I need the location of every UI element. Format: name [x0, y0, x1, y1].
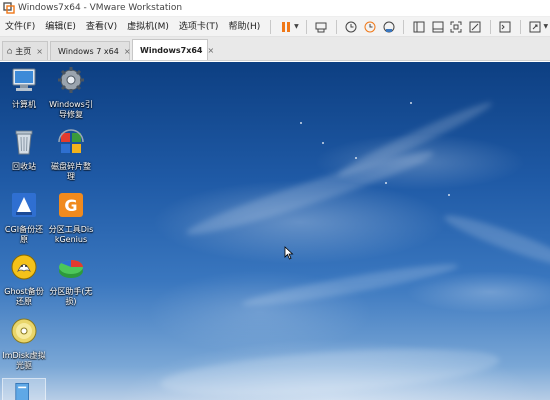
cloud-streak	[441, 208, 550, 274]
cloud-streak	[159, 340, 501, 400]
clock-manager-icon	[383, 21, 395, 32]
full-screen-button[interactable]	[448, 18, 465, 35]
pause-icon	[281, 21, 290, 32]
desktop-icon-label: Ghost备份还原	[4, 287, 44, 306]
unity-button[interactable]	[467, 18, 484, 35]
sidebar-icon	[413, 21, 425, 32]
desktop-icon-disk-defrag[interactable]: 磁盘碎片整理	[48, 127, 94, 182]
chevron-down-icon[interactable]: ▼	[294, 23, 299, 30]
imdisk-icon	[11, 318, 37, 344]
desktop-icon-diskgenius[interactable]: G 分区工具DiskGenius	[48, 190, 94, 245]
menu-view[interactable]: 查看(V)	[81, 17, 122, 37]
ghost-icon	[11, 254, 37, 280]
cgi-icon	[12, 193, 36, 217]
menu-edit[interactable]: 编辑(E)	[40, 17, 81, 37]
keyboard-send-icon	[315, 22, 327, 32]
cloud-streak	[240, 258, 460, 312]
computer-icon	[12, 68, 36, 91]
thumbnail-bar-button[interactable]	[429, 18, 446, 35]
tab-windows-7-x64[interactable]: Windows 7 x64 ×	[50, 41, 131, 60]
console-view-button[interactable]	[497, 18, 514, 35]
star	[385, 182, 387, 184]
close-icon[interactable]: ×	[208, 46, 215, 55]
terminal-icon	[499, 21, 511, 32]
toolbar-separator	[403, 19, 405, 34]
stretch-icon	[529, 21, 541, 32]
desktop-icon-ghost-backup[interactable]: Ghost备份还原	[1, 252, 47, 307]
desktop-icon-label: 计算机	[12, 100, 36, 109]
menu-help[interactable]: 帮助(H)	[223, 17, 265, 37]
desktop-icon-label: ImDisk虚拟光驱	[2, 351, 46, 370]
toolbar-separator	[335, 19, 337, 34]
title-bar: Windows7x64 - VMware Workstation	[0, 0, 550, 17]
library-button[interactable]	[410, 18, 427, 35]
stretch-button[interactable]	[527, 18, 544, 35]
clock-revert-icon	[364, 21, 376, 32]
close-icon[interactable]: ×	[124, 47, 131, 56]
partition-assistant-icon	[59, 259, 83, 278]
svg-text:G: G	[64, 196, 77, 215]
desktop-icon-partition-assistant[interactable]: 分区助手(无损)	[48, 252, 94, 307]
tab-home[interactable]: 主页 ×	[2, 41, 48, 60]
desktop-icon-label: Windows引导修复	[49, 100, 93, 119]
cloud-streak	[335, 96, 495, 182]
desktop-icon-recycle-bin[interactable]: 回收站	[1, 127, 47, 172]
desktop-icon-computer[interactable]: 计算机	[1, 65, 47, 110]
snapshot-manager-button[interactable]	[380, 18, 397, 35]
diskgenius-icon: G	[59, 193, 83, 217]
defrag-icon	[58, 129, 84, 153]
gear-icon	[58, 67, 84, 93]
send-ctrl-alt-del-button[interactable]	[313, 18, 330, 35]
unity-icon	[469, 21, 481, 32]
cloud-streak	[182, 142, 438, 244]
vmware-logo-icon	[3, 2, 15, 14]
window-icon	[432, 21, 444, 32]
pause-button[interactable]	[277, 18, 294, 35]
vm-desktop[interactable]: 计算机 Windows引导修复 回收站 磁盘碎片整理 CGI备份还原 G 分区工…	[0, 62, 550, 400]
revert-snapshot-button[interactable]	[361, 18, 378, 35]
tab-bar: 主页 × Windows 7 x64 × Windows7x64 ×	[0, 37, 550, 61]
desktop-icon-imdisk[interactable]: ImDisk虚拟光驱	[1, 316, 47, 371]
snapshot-button[interactable]	[343, 18, 360, 35]
menu-file[interactable]: 文件(F)	[0, 17, 40, 37]
desktop-icon-label: 回收站	[12, 162, 36, 171]
mouse-cursor-icon	[284, 246, 294, 260]
star	[410, 102, 412, 104]
desktop-icon-partial[interactable]	[2, 378, 46, 400]
clock-icon	[345, 21, 357, 32]
tab-label: 主页	[15, 46, 32, 56]
desktop-icon-label: CGI备份还原	[4, 225, 44, 244]
home-icon	[7, 48, 13, 54]
desktop-icon-windows-boot-repair[interactable]: Windows引导修复	[48, 65, 94, 120]
tab-windows7x64[interactable]: Windows7x64 ×	[132, 39, 214, 60]
menu-vm[interactable]: 虚拟机(M)	[122, 17, 174, 37]
desktop-icon-label: 磁盘碎片整理	[51, 162, 91, 181]
menu-tabs[interactable]: 选项卡(T)	[174, 17, 224, 37]
desktop-icon-cgi-backup[interactable]: CGI备份还原	[1, 190, 47, 245]
desktop-icon-label: 分区助手(无损)	[49, 287, 93, 306]
recycle-bin-icon	[15, 130, 33, 155]
fullscreen-icon	[450, 21, 462, 32]
tab-label: Windows 7 x64	[58, 46, 119, 56]
chevron-down-icon[interactable]: ▼	[543, 23, 548, 30]
window-title: Windows7x64 - VMware Workstation	[18, 3, 183, 13]
toolbar-separator	[489, 19, 491, 34]
star	[448, 194, 450, 196]
star	[300, 122, 302, 124]
tab-label: Windows7x64	[140, 45, 203, 55]
desktop-icon-label: 分区工具DiskGenius	[48, 225, 94, 244]
file-icon	[15, 383, 29, 400]
toolbar-separator	[270, 19, 272, 34]
menu-bar: 文件(F) 编辑(E) 查看(V) 虚拟机(M) 选项卡(T) 帮助(H) ▼	[0, 17, 550, 37]
toolbar-separator	[305, 19, 307, 34]
star	[322, 142, 324, 144]
toolbar-separator	[519, 19, 521, 34]
star	[355, 157, 357, 159]
close-icon[interactable]: ×	[36, 47, 43, 56]
